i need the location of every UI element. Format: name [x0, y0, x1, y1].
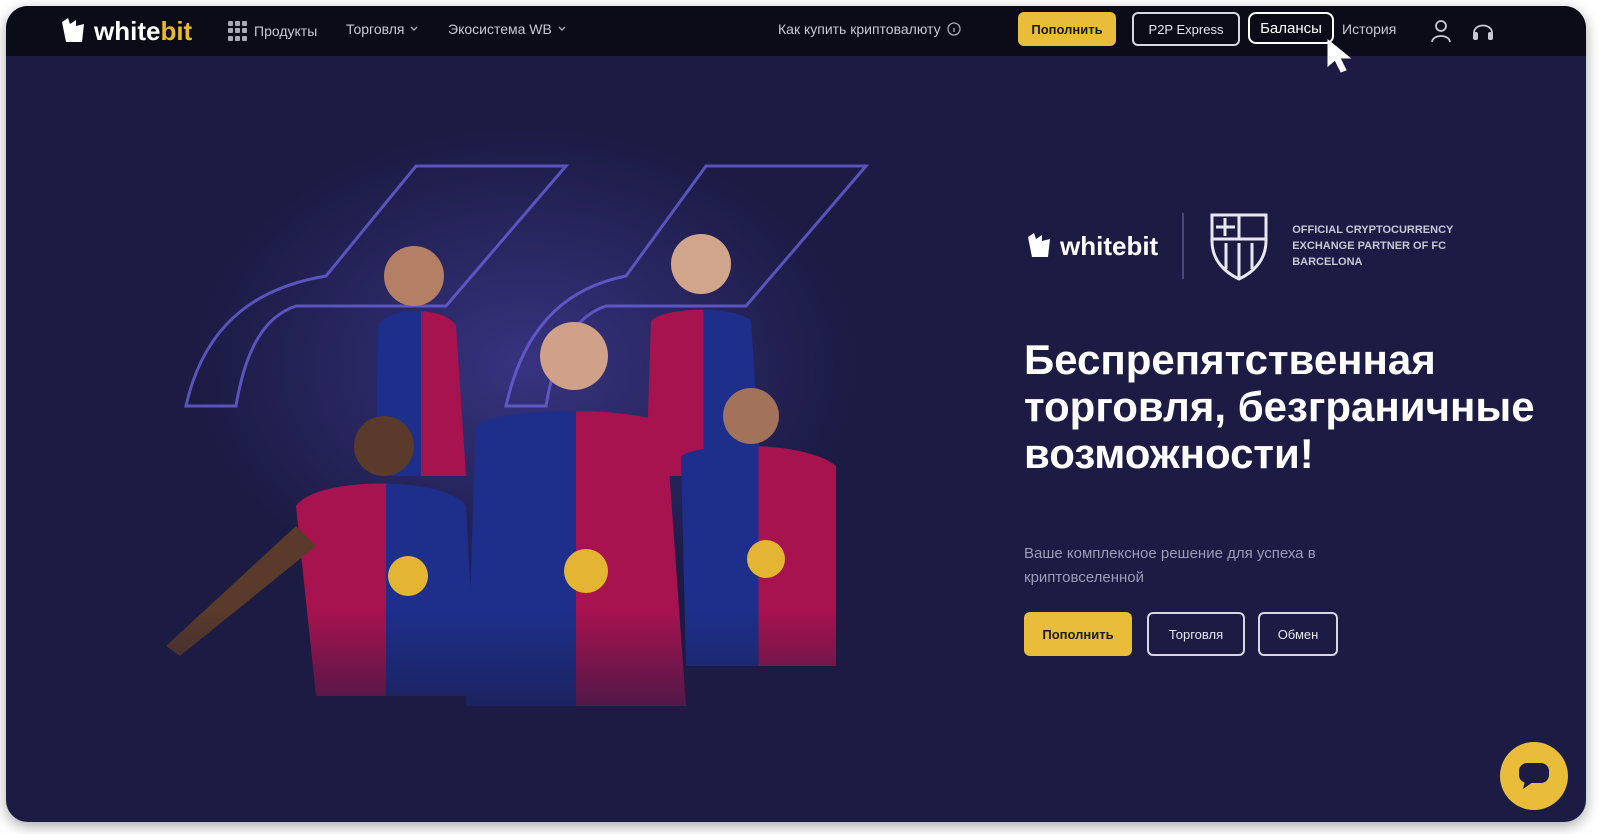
hero-deposit-button[interactable]: Пополнить [1024, 612, 1132, 656]
header-deposit-button[interactable]: Пополнить [1018, 12, 1116, 46]
hero-subtitle: Ваше комплексное решение для успеха в кр… [1024, 545, 1316, 586]
history-link[interactable]: История [1342, 21, 1396, 37]
balances-button[interactable]: Балансы [1248, 12, 1334, 44]
partner-brand-bit: bit [1126, 230, 1159, 261]
fc-barcelona-crest-icon [1210, 213, 1268, 281]
partner-divider [1182, 213, 1185, 279]
user-icon[interactable] [1428, 18, 1454, 44]
partner-block: white bit OFFICIAL CRYPTOCURRENCY EXCHANG… [1024, 206, 1482, 286]
nav-ecosystem-label: Экосистема WB [448, 21, 552, 37]
browser-viewport: white bit Продукты Торговля Экосистема WB… [6, 6, 1586, 822]
chevron-down-icon [558, 26, 566, 31]
fc-barcelona-players-image [146, 146, 906, 766]
nav-ecosystem[interactable]: Экосистема WB [448, 21, 566, 37]
whitebit-logo-icon [1028, 233, 1050, 257]
whitebit-logo-icon [62, 18, 84, 42]
hero-headline: Беспрепятственная торговля, безграничные… [1024, 336, 1535, 477]
nav-products-label: Продукты [254, 23, 318, 39]
chat-button[interactable] [1500, 742, 1568, 810]
how-to-buy-link[interactable]: Как купить криптовалюту [778, 21, 961, 37]
chevron-down-icon [410, 26, 418, 31]
partner-text: OFFICIAL CRYPTOCURRENCY EXCHANGE PARTNER… [1292, 224, 1454, 268]
hero-exchange-button[interactable]: Обмен [1258, 612, 1338, 656]
nav-trading[interactable]: Торговля [346, 21, 418, 37]
partner-brand-white: white [1060, 230, 1127, 261]
info-icon [946, 22, 961, 36]
logo-text-bit: bit [160, 15, 193, 46]
headset-icon[interactable] [1470, 18, 1496, 44]
chat-icon [1519, 763, 1549, 789]
p2p-express-button[interactable]: P2P Express [1132, 12, 1240, 46]
hero-trade-button[interactable]: Торговля [1147, 612, 1245, 656]
nav-trading-label: Торговля [346, 21, 405, 37]
mouse-cursor-icon [1327, 38, 1352, 73]
nav-products[interactable]: Продукты [228, 21, 317, 41]
whitebit-logo[interactable]: white bit [58, 14, 192, 48]
logo-text-white: white [94, 15, 161, 46]
grid-icon [228, 21, 248, 41]
partner-whitebit-logo: white bit [1024, 231, 1158, 262]
how-to-buy-label: Как купить криптовалюту [778, 21, 941, 37]
